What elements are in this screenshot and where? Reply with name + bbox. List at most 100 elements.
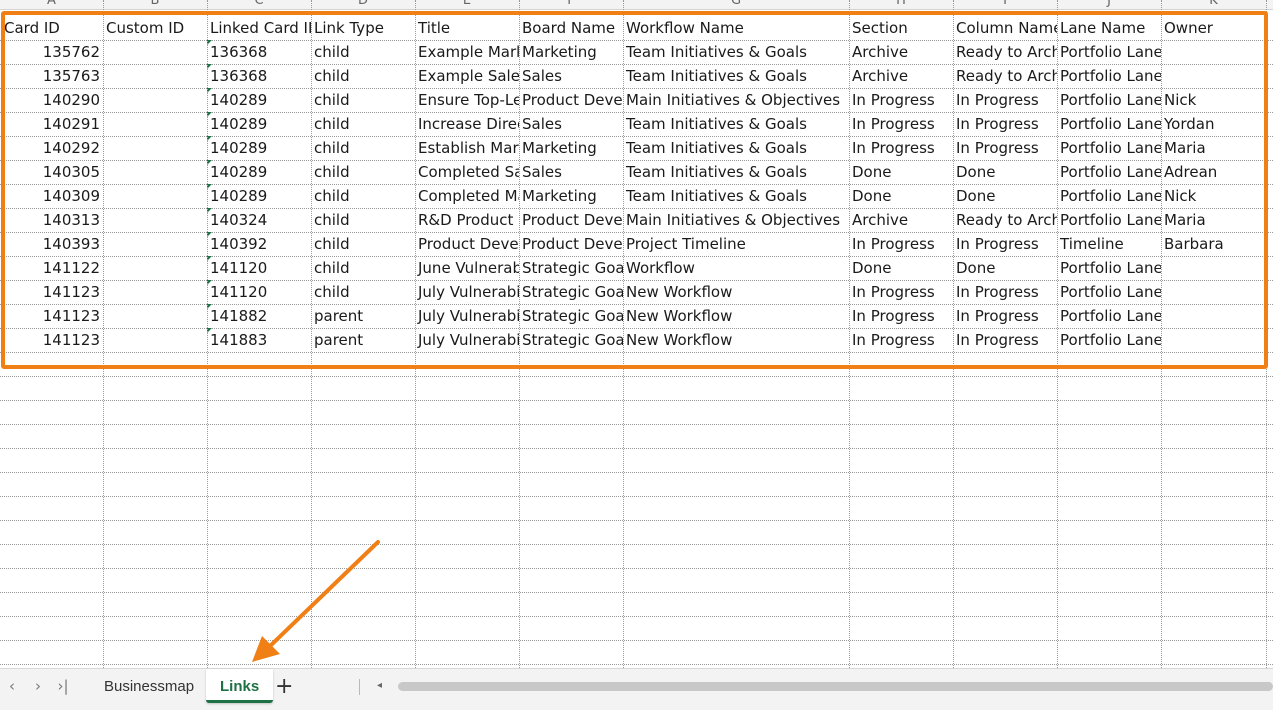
table-cell[interactable] (103, 64, 207, 88)
table-cell[interactable]: Sales (519, 112, 623, 136)
column-letter-c[interactable]: C (207, 0, 311, 9)
table-cell[interactable]: Ensure Top-Level (415, 88, 519, 112)
table-cell[interactable]: Increase Direct (415, 112, 519, 136)
table-cell[interactable] (103, 112, 207, 136)
table-cell[interactable]: Maria (1161, 136, 1266, 160)
table-cell[interactable]: parent (311, 304, 415, 328)
table-cell[interactable]: Archive (849, 40, 953, 64)
header-cell[interactable]: Title (415, 16, 519, 40)
table-cell[interactable]: Archive (849, 64, 953, 88)
table-cell[interactable]: Main Initiatives & Objectives (623, 88, 849, 112)
table-cell[interactable]: Team Initiatives & Goals (623, 136, 849, 160)
table-cell[interactable]: 141882 (207, 304, 311, 328)
header-cell[interactable]: Card ID (0, 16, 103, 40)
table-cell[interactable]: Yordan (1161, 112, 1266, 136)
table-cell[interactable]: child (311, 184, 415, 208)
table-cell[interactable]: New Workflow (623, 280, 849, 304)
table-cell[interactable] (103, 136, 207, 160)
table-cell[interactable]: Portfolio Lane (1057, 136, 1161, 160)
table-cell[interactable] (103, 256, 207, 280)
table-cell[interactable]: Establish Market (415, 136, 519, 160)
table-cell[interactable]: Portfolio Lane (1057, 208, 1161, 232)
table-cell[interactable]: Done (849, 184, 953, 208)
table-cell[interactable]: 135762 (0, 40, 103, 64)
table-cell[interactable]: Ready to Archive (953, 208, 1057, 232)
table-cell[interactable]: 141123 (0, 280, 103, 304)
table-cell[interactable] (1161, 64, 1266, 88)
table-cell[interactable]: Product Development (519, 208, 623, 232)
table-cell[interactable]: child (311, 280, 415, 304)
table-cell[interactable]: 140289 (207, 160, 311, 184)
table-cell[interactable]: Sales (519, 160, 623, 184)
table-cell[interactable]: Example Sales (415, 64, 519, 88)
table-cell[interactable] (1161, 328, 1266, 352)
table-cell[interactable]: child (311, 64, 415, 88)
table-cell[interactable]: Completed Sales (415, 160, 519, 184)
table-cell[interactable]: 140290 (0, 88, 103, 112)
table-cell[interactable]: child (311, 160, 415, 184)
table-cell[interactable]: In Progress (953, 328, 1057, 352)
table-cell[interactable] (103, 184, 207, 208)
table-cell[interactable]: Team Initiatives & Goals (623, 112, 849, 136)
table-cell[interactable]: Workflow (623, 256, 849, 280)
table-cell[interactable]: Done (849, 256, 953, 280)
table-cell[interactable]: In Progress (953, 280, 1057, 304)
table-cell[interactable]: Portfolio Lane (1057, 184, 1161, 208)
table-cell[interactable]: In Progress (849, 304, 953, 328)
table-cell[interactable] (103, 88, 207, 112)
table-cell[interactable]: New Workflow (623, 304, 849, 328)
column-letter-e[interactable]: E (415, 0, 519, 9)
table-cell[interactable]: Done (953, 256, 1057, 280)
table-cell[interactable]: child (311, 40, 415, 64)
horizontal-scrollbar[interactable] (398, 682, 1273, 691)
header-cell[interactable]: Link Type (311, 16, 415, 40)
table-cell[interactable]: 140305 (0, 160, 103, 184)
table-cell[interactable]: July Vulnerability (415, 304, 519, 328)
table-cell[interactable]: Team Initiatives & Goals (623, 40, 849, 64)
prev-sheet-icon[interactable]: › (29, 677, 47, 695)
table-cell[interactable] (103, 232, 207, 256)
table-cell[interactable]: 135763 (0, 64, 103, 88)
table-cell[interactable] (103, 280, 207, 304)
table-cell[interactable]: Portfolio Lane (1057, 64, 1161, 88)
table-cell[interactable]: In Progress (953, 136, 1057, 160)
table-cell[interactable]: Team Initiatives & Goals (623, 184, 849, 208)
table-cell[interactable]: Adrean (1161, 160, 1266, 184)
table-cell[interactable]: Barbara (1161, 232, 1266, 256)
table-cell[interactable]: 141123 (0, 328, 103, 352)
table-cell[interactable]: In Progress (953, 232, 1057, 256)
column-letter-a[interactable]: A (0, 0, 103, 9)
table-cell[interactable] (1161, 280, 1266, 304)
spreadsheet-grid[interactable]: A B C D E F G H I J K Card ID Custom ID Linked Card … (0, 0, 1273, 668)
table-cell[interactable]: Portfolio Lane (1057, 112, 1161, 136)
table-cell[interactable]: Done (953, 184, 1057, 208)
table-cell[interactable]: 140289 (207, 184, 311, 208)
table-cell[interactable]: Portfolio Lane (1057, 40, 1161, 64)
table-cell[interactable]: Completed Marketing (415, 184, 519, 208)
table-cell[interactable]: New Workflow (623, 328, 849, 352)
table-cell[interactable]: Portfolio Lane (1057, 328, 1161, 352)
table-cell[interactable] (103, 160, 207, 184)
table-cell[interactable]: Example Marketing (415, 40, 519, 64)
table-cell[interactable]: Main Initiatives & Objectives (623, 208, 849, 232)
table-cell[interactable]: 136368 (207, 40, 311, 64)
table-cell[interactable] (103, 208, 207, 232)
table-cell[interactable]: In Progress (953, 304, 1057, 328)
table-cell[interactable]: Strategic Goals (519, 280, 623, 304)
table-cell[interactable]: Maria (1161, 208, 1266, 232)
table-cell[interactable]: Product Development (519, 232, 623, 256)
header-cell[interactable]: Linked Card ID (207, 16, 311, 40)
table-cell[interactable]: 141122 (0, 256, 103, 280)
table-cell[interactable]: Portfolio Lane (1057, 256, 1161, 280)
column-letter-i[interactable]: I (953, 0, 1057, 9)
table-cell[interactable]: 141123 (0, 304, 103, 328)
table-cell[interactable]: July Vulnerability (415, 280, 519, 304)
header-cell[interactable]: Section (849, 16, 953, 40)
table-cell[interactable]: 140289 (207, 88, 311, 112)
column-letter-h[interactable]: H (849, 0, 953, 9)
table-cell[interactable]: Ready to Archive (953, 64, 1057, 88)
table-cell[interactable]: 140291 (0, 112, 103, 136)
table-cell[interactable]: In Progress (849, 88, 953, 112)
table-cell[interactable]: In Progress (849, 280, 953, 304)
header-cell[interactable]: Board Name (519, 16, 623, 40)
